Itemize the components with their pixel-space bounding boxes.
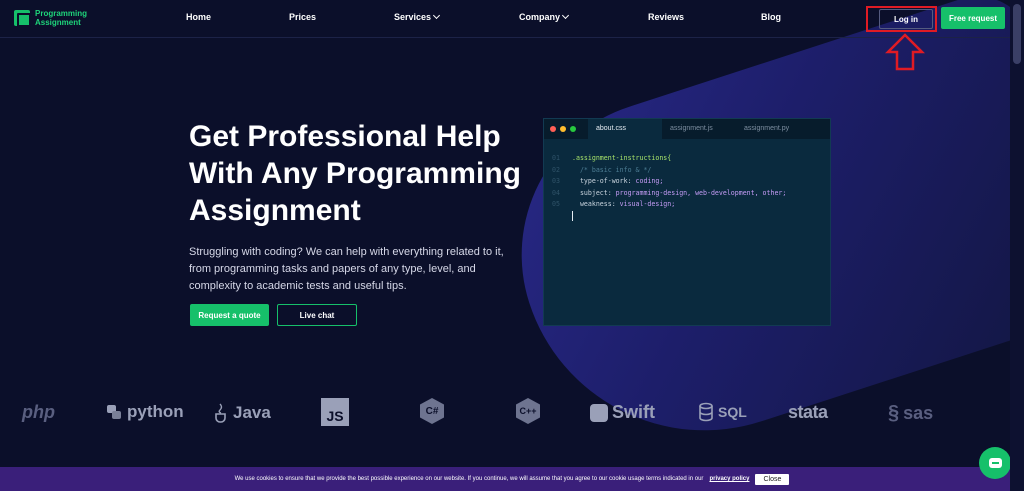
nav-company-label: Company: [519, 12, 561, 22]
js-logo: JS: [321, 398, 349, 426]
privacy-policy-link[interactable]: privacy policy: [709, 476, 749, 482]
site-header: Programming Assignment Home Prices Servi…: [0, 0, 1010, 38]
code-line: 03 type-of-work: coding;: [552, 176, 830, 188]
java-label: Java: [233, 403, 271, 422]
nav-prices-label: Prices: [289, 12, 317, 22]
line-number: 05: [552, 200, 560, 208]
code-line: 05 weakness: visual-design;: [552, 199, 830, 211]
hero-subtitle: Struggling with coding? We can help with…: [189, 246, 504, 292]
code-property: type-of-work:: [572, 177, 636, 185]
code-line: 04 subject: programming-design, web-deve…: [552, 188, 830, 200]
python-icon: [107, 405, 121, 419]
code-property: weakness:: [572, 200, 620, 208]
editor-tab-py: assignment.py: [744, 125, 790, 132]
code-body: 01 .assignment-instructions{ 02 /* basic …: [544, 139, 830, 221]
logo-text: Programming Assignment: [35, 9, 87, 27]
nav-services[interactable]: Services: [394, 11, 441, 22]
cookie-text: We use cookies to ensure that we provide…: [234, 476, 704, 482]
database-icon: [699, 402, 713, 422]
sas-label: sas: [903, 403, 934, 423]
swift-icon: [590, 403, 608, 422]
logo-icon: [14, 10, 31, 27]
php-logo: php: [22, 402, 55, 422]
nav-blog-label: Blog: [761, 12, 781, 22]
nav-home[interactable]: Home: [186, 12, 211, 22]
code-value: programming-design, web-development, oth…: [615, 188, 787, 197]
editor-tab-css: about.css: [588, 119, 662, 139]
up-arrow-annotation-icon: [885, 33, 925, 71]
logo-line-1: Programming: [35, 9, 88, 18]
languages-strip: php python Java JS C# C++ Swift SQL stat…: [0, 392, 1010, 432]
sql-label: SQL: [718, 404, 747, 420]
line-number: 02: [552, 165, 560, 174]
nav-services-label: Services: [394, 12, 432, 22]
sas-logo: § sas: [888, 402, 933, 425]
code-property: subject:: [572, 188, 616, 197]
chevron-down-icon: [561, 11, 570, 20]
code-selector: .assignment-instructions{: [572, 154, 672, 162]
code-comment: /* basic info & */: [572, 165, 652, 174]
nav-reviews[interactable]: Reviews: [648, 12, 684, 22]
free-request-button[interactable]: Free request: [941, 7, 1005, 29]
maximize-dot-icon: [570, 126, 576, 132]
request-quote-button[interactable]: Request a quote: [190, 304, 269, 326]
sql-logo: SQL: [698, 402, 747, 422]
page-scrollbar[interactable]: [1010, 0, 1024, 491]
line-number: 03: [552, 177, 560, 185]
java-cup-icon: [215, 403, 226, 423]
cookie-banner: We use cookies to ensure that we provide…: [0, 467, 1024, 491]
code-line: 02 /* basic info & */: [552, 165, 830, 177]
close-dot-icon: [550, 126, 556, 132]
chevron-down-icon: [433, 11, 441, 20]
sas-icon: §: [888, 402, 900, 424]
swift-label: Swift: [612, 402, 655, 422]
swift-logo: Swift: [590, 402, 655, 423]
hero-title: Get Professional Help With Any Programmi…: [189, 120, 521, 227]
text-cursor: [572, 210, 573, 221]
nav-reviews-label: Reviews: [648, 12, 685, 22]
nav-home-label: Home: [186, 12, 212, 22]
python-logo: python: [105, 402, 184, 422]
cookie-close-button[interactable]: Close: [755, 473, 790, 485]
minimize-dot-icon: [560, 126, 566, 132]
live-chat-button[interactable]: Live chat: [277, 304, 357, 326]
stata-logo: stata: [788, 402, 828, 422]
line-number: 04: [552, 188, 560, 197]
site-logo[interactable]: Programming Assignment: [14, 9, 87, 27]
logo-line-2: Assignment: [35, 18, 81, 27]
scrollbar-thumb[interactable]: [1013, 4, 1021, 64]
code-line: 01 .assignment-instructions{: [552, 153, 830, 165]
nav-prices[interactable]: Prices: [289, 12, 316, 22]
python-label: python: [127, 402, 184, 421]
line-number: 01: [552, 154, 560, 162]
nav-blog[interactable]: Blog: [761, 12, 781, 22]
csharp-logo: C#: [420, 398, 444, 424]
code-value: visual-design;: [619, 200, 676, 208]
nav-company[interactable]: Company: [519, 11, 570, 22]
java-logo: Java: [213, 402, 271, 424]
editor-tab-bar: about.css assignment.js assignment.py: [544, 119, 830, 139]
code-value: coding;: [635, 177, 664, 185]
code-editor-illustration: about.css assignment.js assignment.py 01…: [543, 118, 831, 326]
editor-tab-js: assignment.js: [670, 125, 713, 132]
chat-bubble-icon: [988, 458, 1002, 468]
window-controls: [544, 119, 588, 139]
cpp-logo: C++: [516, 398, 540, 424]
chat-widget-button[interactable]: [979, 447, 1011, 479]
login-button[interactable]: Log in: [879, 9, 933, 29]
